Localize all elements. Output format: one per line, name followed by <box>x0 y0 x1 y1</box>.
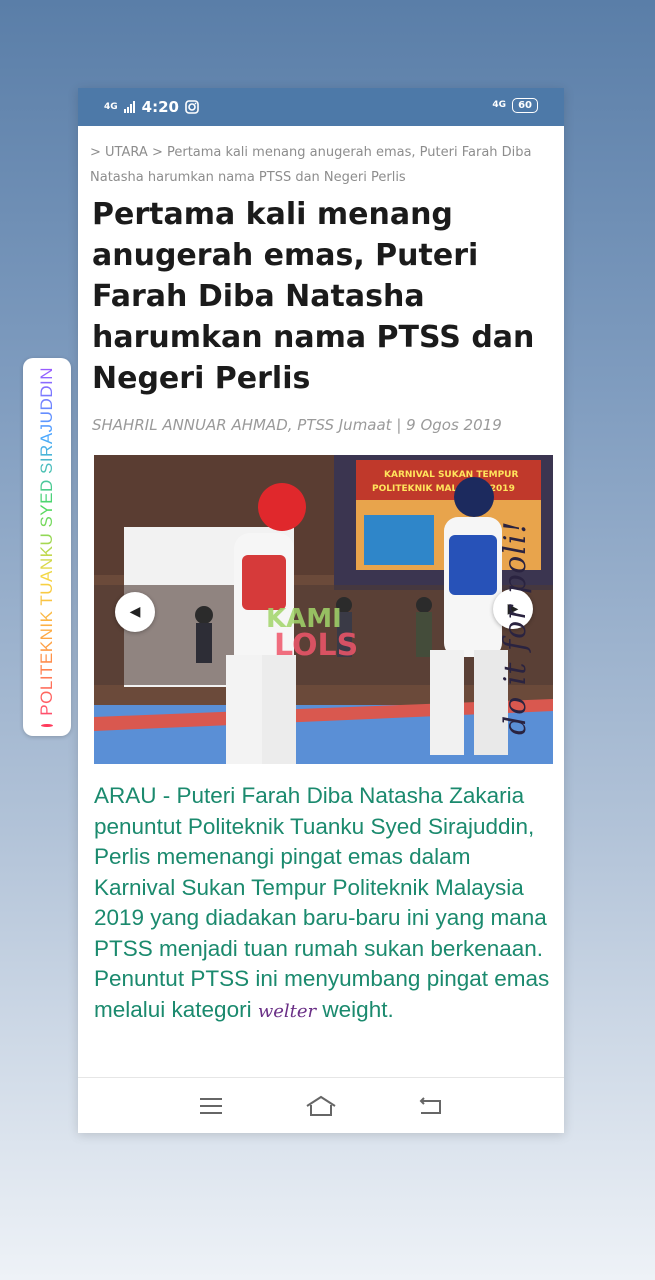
menu-icon[interactable] <box>198 1096 224 1116</box>
location-pin-icon <box>41 723 53 727</box>
lead-highlight-welter: welter <box>257 1000 317 1022</box>
taekwondo-photo: KARNIVAL SUKAN TEMPUR POLITEKNIK MALAYSI… <box>94 455 553 764</box>
back-icon[interactable] <box>418 1095 444 1117</box>
signal-icon <box>123 101 135 113</box>
location-sticker-label: POLITEKNIK TUANKU SYED SIRAJUDDIN <box>37 367 56 716</box>
status-right: 4G 60 <box>492 98 538 113</box>
breadcrumb: > UTARA > Pertama kali menang anugerah e… <box>90 140 550 190</box>
battery-icon: 60 <box>512 98 538 113</box>
status-left: 4G 4:20 <box>104 98 199 116</box>
status-bar: 4G 4:20 4G 60 <box>78 88 564 126</box>
signal-label: 4G <box>104 101 118 112</box>
breadcrumb-separator: > <box>151 145 163 160</box>
lead-text: ARAU - Puteri Farah Diba Natasha Zakaria… <box>94 783 550 1022</box>
handwritten-caption: do it for poli! <box>498 520 533 735</box>
breadcrumb-section-link[interactable]: UTARA <box>105 145 148 160</box>
network-label: 4G <box>492 100 507 110</box>
instagram-icon <box>185 100 199 114</box>
caret-left-icon: ◀ <box>129 604 141 620</box>
carousel-prev-button[interactable]: ◀ <box>115 592 155 632</box>
android-nav-bar <box>78 1077 564 1133</box>
article-lead-paragraph: ARAU - Puteri Farah Diba Natasha Zakaria… <box>94 781 556 1027</box>
phone-screenshot: 4G 4:20 4G 60 > UTARA > Pertama kali men… <box>78 88 564 1133</box>
home-icon[interactable] <box>304 1094 338 1118</box>
clock: 4:20 <box>141 98 179 116</box>
lead-text-weight: weight. <box>322 996 394 1022</box>
article-photo-carousel[interactable]: KARNIVAL SUKAN TEMPUR POLITEKNIK MALAYSI… <box>94 455 553 764</box>
article-byline: SHAHRIL ANNUAR AHMAD, PTSS Jumaat | 9 Og… <box>92 416 502 434</box>
location-sticker: POLITEKNIK TUANKU SYED SIRAJUDDIN <box>23 358 71 736</box>
article-title: Pertama kali menang anugerah emas, Puter… <box>92 197 535 396</box>
breadcrumb-separator: > <box>90 145 101 160</box>
watermark-bottom: LOLS <box>274 628 358 663</box>
